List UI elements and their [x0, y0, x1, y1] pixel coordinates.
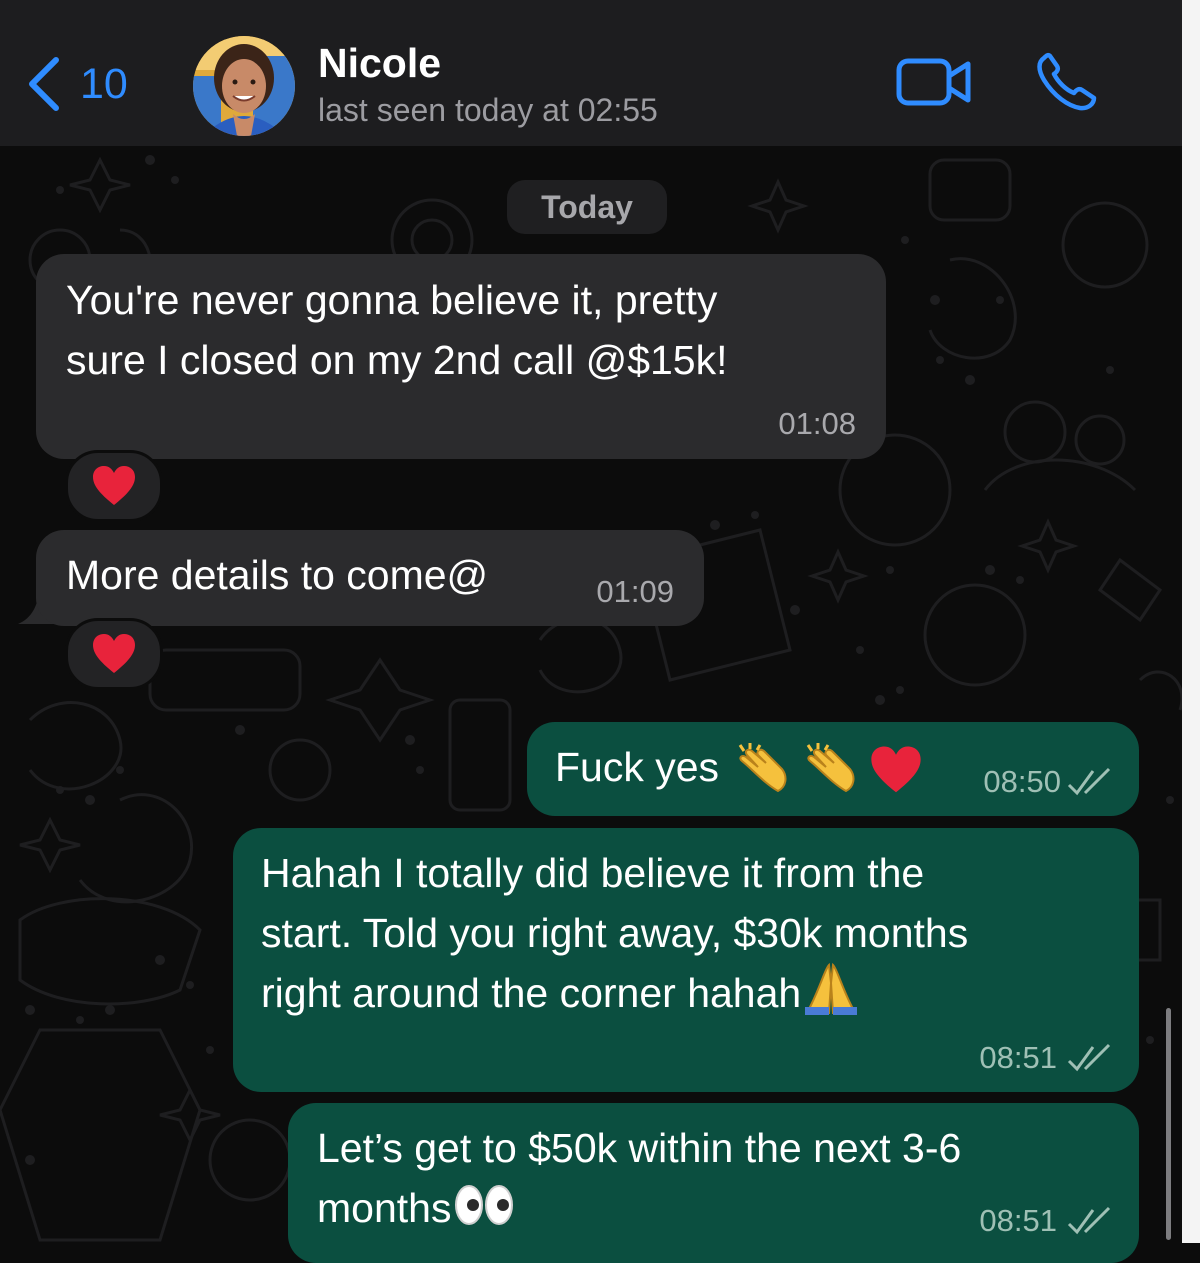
voice-call-button[interactable]: [1034, 52, 1098, 112]
outgoing-message[interactable]: Hahah I totally did believe it from the …: [233, 828, 1139, 1092]
reaction-badge[interactable]: [65, 450, 163, 522]
unread-count: 10: [80, 59, 128, 108]
chat-header: 10 Nicole last seen today at 02:55: [0, 0, 1182, 146]
avatar[interactable]: [193, 36, 295, 136]
message-time: 01:09: [596, 574, 674, 609]
scrollbar[interactable]: [1166, 1008, 1171, 1240]
incoming-message[interactable]: More details to come@ 01:09: [36, 530, 704, 626]
date-divider: Today: [507, 180, 667, 234]
message-text-content: Hahah I totally did believe it from the …: [261, 850, 969, 1016]
last-seen-status: last seen today at 02:55: [318, 92, 658, 128]
outgoing-message[interactable]: Fuck yes 08:50: [527, 722, 1139, 816]
message-text: Fuck yes: [555, 737, 923, 797]
red-heart-icon: [871, 746, 921, 793]
message-text: Let’s get to $50k within the next 3-6 mo…: [317, 1118, 961, 1238]
message-time: 08:50: [983, 764, 1061, 799]
clapping-hands-icon: [806, 743, 855, 793]
message-time: 01:08: [778, 406, 856, 441]
eyes-icon: [455, 1185, 514, 1226]
clapping-hands-icon: [739, 743, 787, 793]
video-call-button[interactable]: [896, 56, 972, 108]
double-check-icon: [1067, 1043, 1111, 1072]
message-time: 08:51: [979, 1040, 1057, 1075]
red-heart-icon: [93, 634, 135, 673]
message-text-content: Fuck yes: [555, 744, 720, 790]
message-time: 08:51: [979, 1203, 1057, 1238]
message-text: Hahah I totally did believe it from the …: [261, 843, 968, 1023]
phone-icon: [1037, 52, 1097, 111]
outgoing-message[interactable]: Let’s get to $50k within the next 3-6 mo…: [288, 1103, 1139, 1263]
folded-hands-icon: [805, 962, 858, 1016]
reaction-badge[interactable]: [65, 618, 163, 690]
message-text: You're never gonna believe it, pretty su…: [66, 277, 728, 383]
chevron-left-icon: [29, 57, 59, 111]
video-camera-icon: [896, 58, 971, 106]
message-text-content: Let’s get to $50k within the next 3-6 mo…: [317, 1125, 962, 1231]
message-text: More details to come@: [66, 552, 489, 598]
double-check-icon: [1067, 767, 1111, 796]
back-button[interactable]: 10: [26, 52, 128, 116]
red-heart-icon: [93, 466, 135, 505]
screen-edge: [1182, 0, 1200, 1243]
contact-name[interactable]: Nicole: [318, 40, 441, 87]
incoming-message[interactable]: You're never gonna believe it, pretty su…: [36, 254, 886, 459]
double-check-icon: [1067, 1206, 1111, 1235]
